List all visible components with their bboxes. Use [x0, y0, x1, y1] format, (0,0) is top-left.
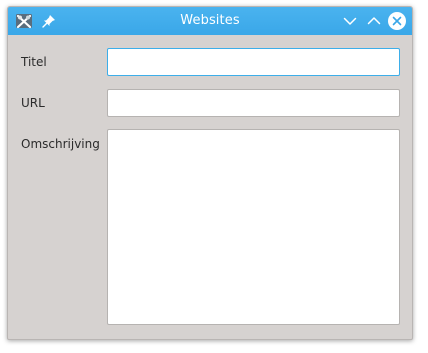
description-label: Omschrijving	[21, 137, 100, 151]
minimize-chevron-down-icon[interactable]	[340, 11, 360, 31]
title-label: Titel	[21, 55, 47, 69]
title-input[interactable]	[107, 48, 400, 76]
close-icon[interactable]	[387, 11, 407, 31]
websites-dialog: Websites Titel URL Omschrijving	[7, 6, 413, 340]
maximize-chevron-up-icon[interactable]	[364, 11, 384, 31]
description-textarea[interactable]	[107, 129, 400, 325]
url-label: URL	[21, 96, 45, 110]
title-bar[interactable]: Websites	[8, 7, 412, 35]
url-input[interactable]	[107, 89, 400, 117]
